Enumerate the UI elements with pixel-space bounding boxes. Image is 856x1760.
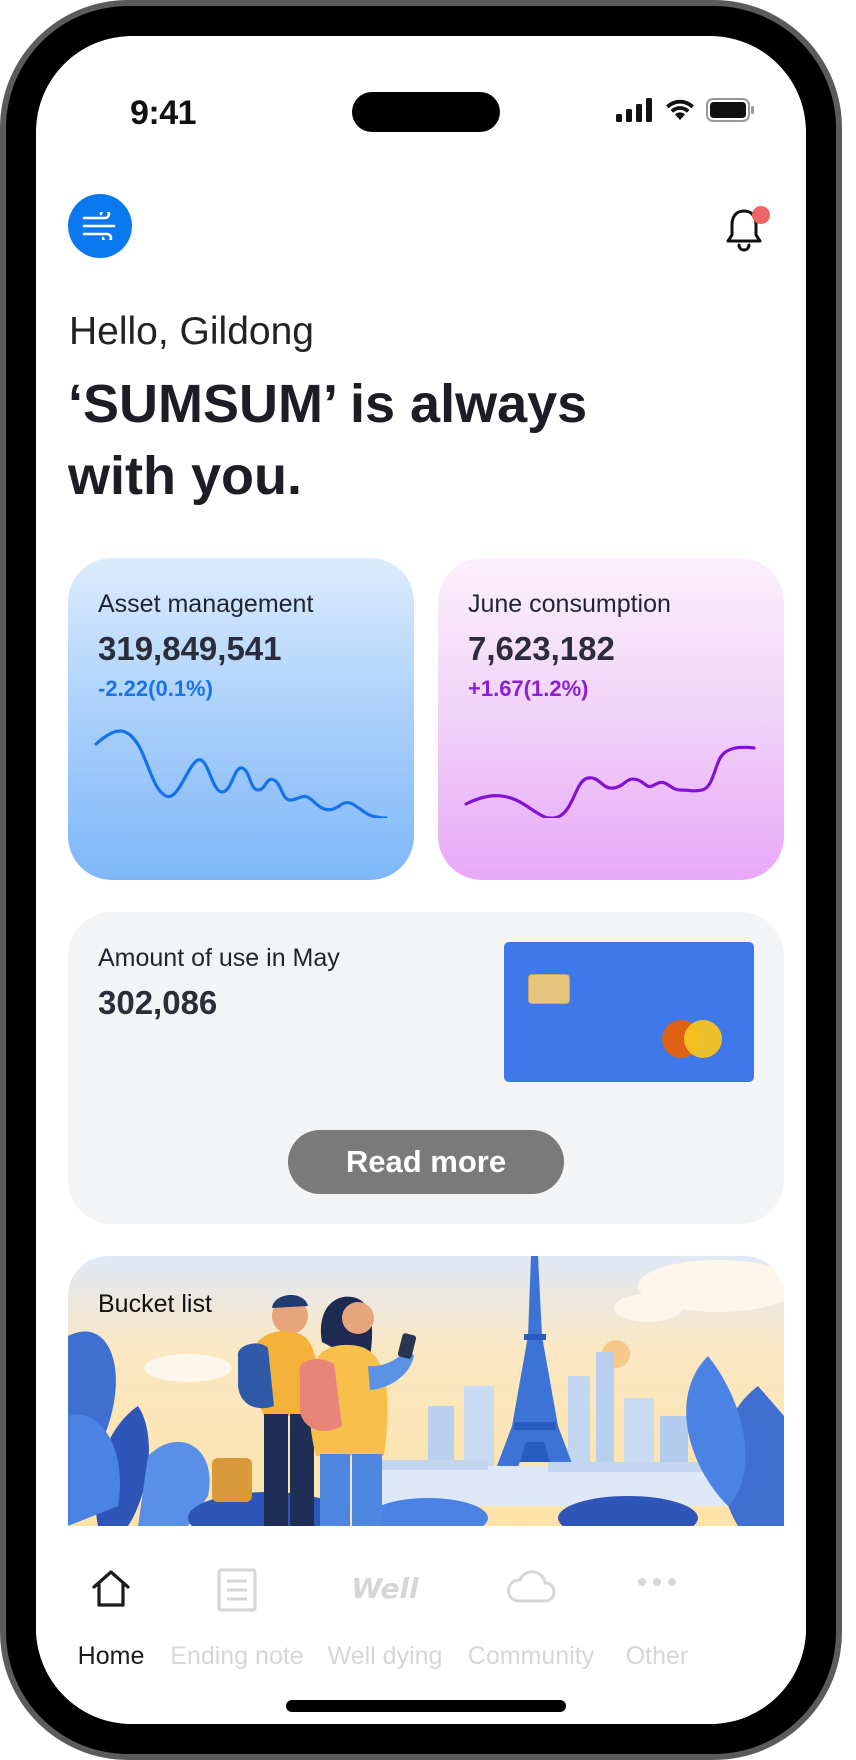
dynamic-island: [352, 92, 500, 132]
home-icon: [92, 1570, 130, 1607]
asset-card-label: Asset management: [98, 590, 314, 618]
bottom-tab-bar: Home Ending note Well Well dying Communi…: [36, 1546, 806, 1724]
wifi-icon: [666, 99, 694, 120]
june-sparkline: [464, 745, 756, 818]
mastercard-yellow-circle: [684, 1020, 722, 1058]
credit-card-image[interactable]: [504, 942, 754, 1082]
more-icon: [638, 1578, 676, 1586]
menu-button[interactable]: [68, 194, 132, 258]
tab-well-dying-label: Well dying: [327, 1642, 443, 1670]
bucket-list-card[interactable]: Bucket list: [68, 1256, 784, 1526]
greeting-text: Hello, Gildong: [69, 310, 314, 353]
bucket-list-label: Bucket list: [98, 1290, 212, 1318]
signal-icon: [616, 98, 652, 122]
asset-sparkline: [94, 729, 388, 818]
notification-badge: [752, 206, 770, 224]
asset-card-value: 319,849,541: [98, 630, 282, 667]
notification-button[interactable]: [724, 204, 770, 256]
june-consumption-card[interactable]: June consumption 7,623,182 +1.67(1.2%): [438, 558, 784, 880]
status-time: 9:41: [130, 94, 197, 132]
june-card-label: June consumption: [468, 590, 671, 618]
amount-value: 302,086: [98, 984, 218, 1021]
well-logo-icon: Well: [351, 1572, 419, 1605]
cloud-icon: [506, 1570, 556, 1603]
battery-icon: [706, 98, 754, 122]
read-more-button[interactable]: Read more: [288, 1130, 564, 1194]
home-indicator[interactable]: [286, 1700, 566, 1712]
wind-menu-icon: [82, 212, 116, 240]
june-card-delta: +1.67(1.2%): [468, 676, 589, 701]
card-chip-icon: [528, 974, 570, 1004]
page-headline: ‘SUMSUM’ is always with you.: [68, 374, 588, 506]
amount-of-use-card: Amount of use in May 302,086 Read more: [68, 912, 784, 1224]
asset-card-delta: -2.22(0.1%): [98, 676, 213, 701]
amount-label: Amount of use in May: [98, 944, 340, 972]
note-icon: [217, 1568, 257, 1612]
asset-management-card[interactable]: Asset management 319,849,541 -2.22(0.1%): [68, 558, 414, 880]
screen: 9:41 Hello, Gildong ‘SUMSUM’ is always w…: [36, 36, 806, 1724]
status-icons: [616, 98, 756, 122]
tab-ending-note-label: Ending note: [170, 1642, 304, 1670]
tab-other-label: Other: [625, 1642, 689, 1670]
june-card-value: 7,623,182: [468, 630, 615, 667]
